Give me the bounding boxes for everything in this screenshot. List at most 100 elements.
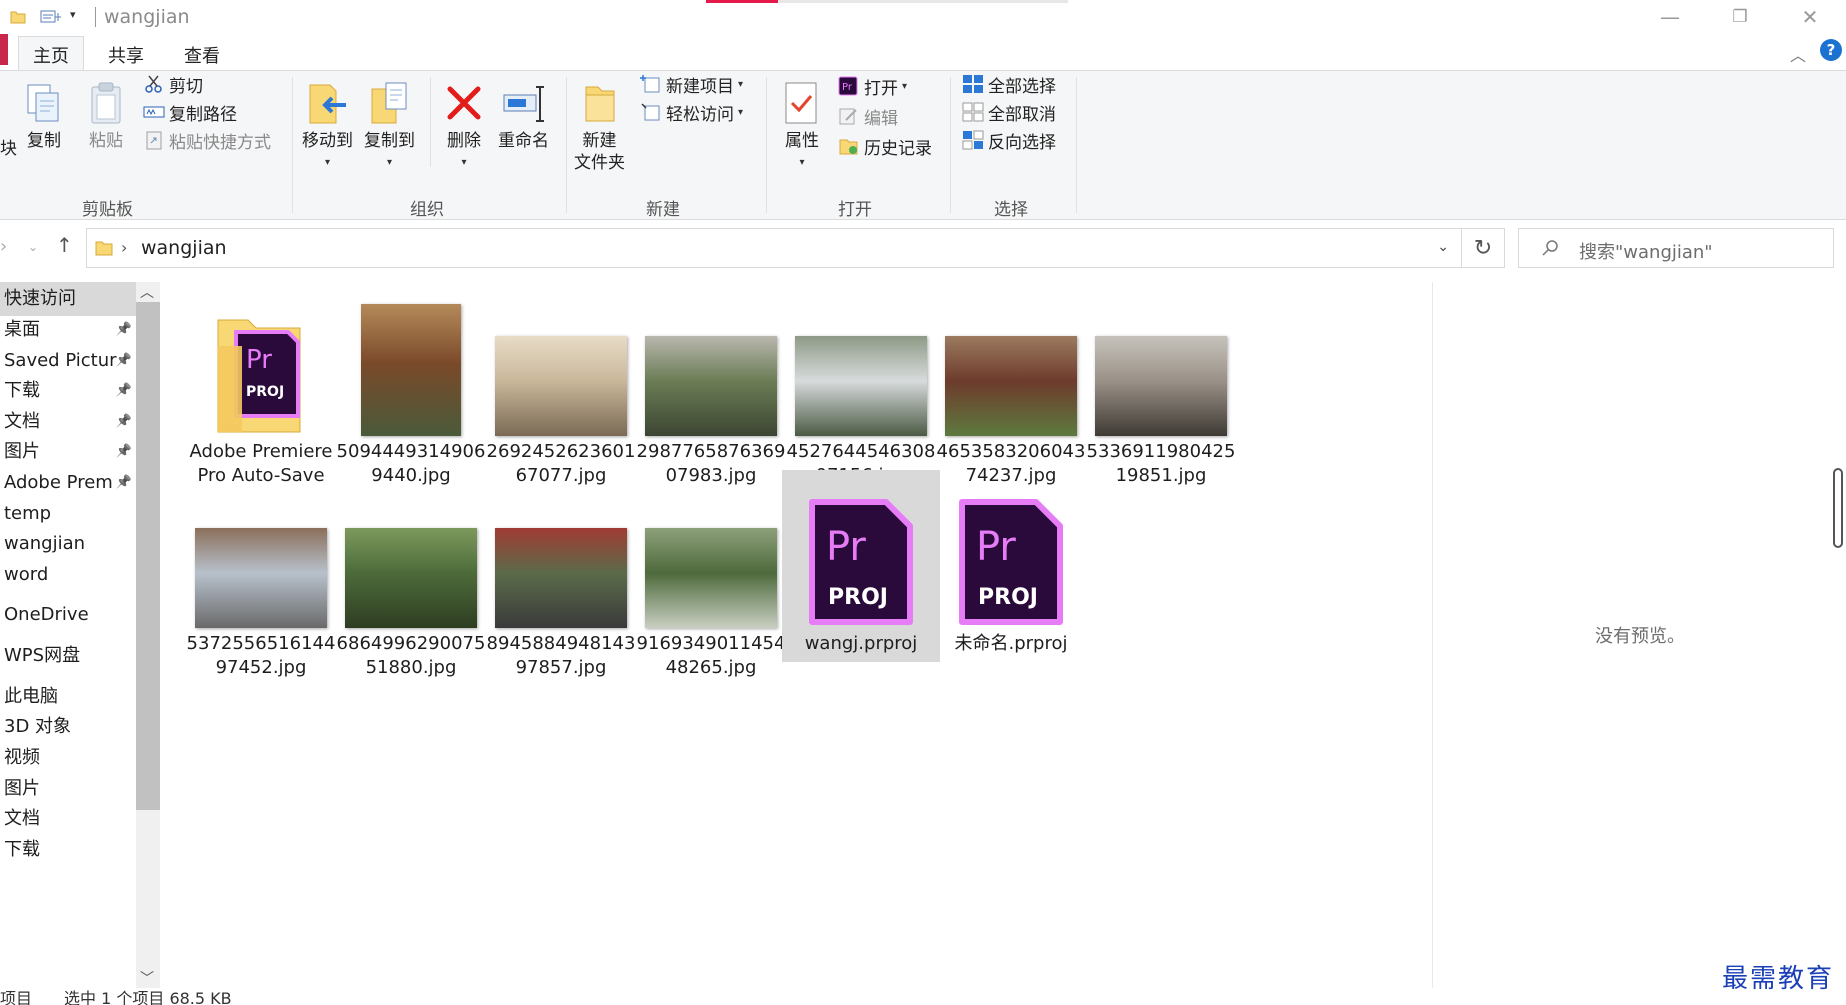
easy-access-button[interactable]: 轻松访问 ▾ bbox=[640, 99, 743, 125]
file-tile[interactable]: Pr PROJ wangj.prproj bbox=[782, 470, 940, 662]
open-button[interactable]: Pr 打开 ▾ bbox=[838, 73, 907, 99]
navigation-scrollbar[interactable]: ︿ ﹀ bbox=[136, 282, 160, 988]
forward-arrow-icon[interactable]: › bbox=[0, 236, 7, 257]
scroll-up-icon[interactable]: ︿ bbox=[140, 282, 154, 302]
sidebar-item[interactable]: 此电脑 bbox=[0, 680, 136, 714]
file-tile[interactable]: 916934901145448265.jpg bbox=[632, 470, 790, 686]
pin-icon[interactable]: 📌 bbox=[116, 435, 132, 469]
restore-button[interactable]: ❐ bbox=[1710, 0, 1770, 34]
copy-path-button[interactable]: 复制路径 bbox=[143, 99, 237, 125]
preview-scroll-handle[interactable] bbox=[1833, 468, 1843, 548]
sidebar-item-label: 3D 对象 bbox=[4, 716, 72, 737]
pin-icon[interactable]: 📌 bbox=[116, 313, 132, 347]
sidebar-item[interactable]: 下载 bbox=[0, 833, 136, 867]
file-tile[interactable]: 533691198042519851.jpg bbox=[1082, 278, 1240, 494]
breadcrumb-chevron-icon[interactable]: › bbox=[121, 238, 127, 257]
pin-icon[interactable]: 📌 bbox=[116, 405, 132, 439]
folder-icon[interactable] bbox=[10, 9, 26, 25]
cut-button[interactable]: 剪切 bbox=[143, 71, 203, 97]
file-tile[interactable]: 298776587636907983.jpg bbox=[632, 278, 790, 494]
select-none-button[interactable]: 全部取消 bbox=[962, 99, 1056, 125]
tab-view[interactable]: 查看 bbox=[170, 42, 234, 70]
select-all-button[interactable]: 全部选择 bbox=[962, 71, 1056, 97]
search-placeholder: 搜索"wangjian" bbox=[1579, 242, 1713, 263]
paste-icon bbox=[91, 82, 121, 124]
premiere-folder-icon: Pr PROJ bbox=[217, 319, 301, 433]
navigation-pane: 快速访问 桌面 📌 Saved Pictur 📌 下载 📌 文档 📌 图片 📌 Adobe Prem 📌… bbox=[0, 282, 160, 988]
sidebar-item[interactable]: temp bbox=[0, 497, 136, 531]
file-tile[interactable]: Pr PROJ 未命名.prproj bbox=[932, 470, 1090, 662]
tab-share[interactable]: 共享 bbox=[94, 42, 158, 70]
search-input[interactable]: 搜索"wangjian" bbox=[1518, 228, 1834, 268]
file-tile[interactable]: 269245262360167077.jpg bbox=[482, 278, 640, 494]
photo-thumbnail bbox=[495, 528, 627, 628]
sidebar-item[interactable]: 图片 📌 bbox=[0, 435, 136, 469]
new-folder-button[interactable]: 新建 文件夹 bbox=[574, 81, 625, 174]
tab-home[interactable]: 主页 bbox=[18, 36, 84, 70]
invert-selection-button[interactable]: 反向选择 bbox=[962, 127, 1056, 153]
up-arrow-icon[interactable]: ↑ bbox=[56, 233, 73, 257]
scrollbar-thumb[interactable] bbox=[136, 302, 160, 810]
move-to-button[interactable]: 移动到 ▾ bbox=[302, 81, 353, 174]
file-thumbnail bbox=[782, 282, 940, 436]
pr-logo-text: Pr bbox=[246, 345, 272, 375]
file-tile[interactable]: 686499629007551880.jpg bbox=[332, 470, 490, 686]
edit-icon bbox=[839, 108, 857, 125]
help-icon[interactable]: ? bbox=[1820, 39, 1842, 61]
watermark-logo: 最需教育 bbox=[1722, 964, 1835, 994]
history-button[interactable]: 历史记录 bbox=[838, 133, 932, 159]
delete-button[interactable]: 删除 ▾ bbox=[442, 81, 486, 174]
sidebar-item[interactable]: WPS网盘 bbox=[0, 639, 136, 673]
collapse-ribbon-icon[interactable]: ︿ bbox=[1790, 42, 1806, 66]
breadcrumb-current[interactable]: wangjian bbox=[141, 237, 227, 259]
file-thumbnail: Pr PROJ bbox=[782, 474, 940, 628]
history-label: 历史记录 bbox=[864, 138, 932, 159]
sidebar-item-label: 下载 bbox=[4, 380, 40, 401]
properties-icon[interactable] bbox=[40, 9, 62, 25]
customize-toolbar-icon[interactable]: ▾ bbox=[70, 8, 76, 21]
address-dropdown-icon[interactable]: ⌄ bbox=[1437, 239, 1449, 255]
paste-shortcut-label: 粘贴快捷方式 bbox=[169, 132, 271, 153]
close-button[interactable]: ✕ bbox=[1780, 0, 1840, 34]
sidebar-item[interactable]: wangjian bbox=[0, 527, 136, 561]
group-separator bbox=[950, 77, 951, 213]
rename-label: 重命名 bbox=[498, 131, 549, 151]
file-tile[interactable]: 452764454630807156.jpg bbox=[782, 278, 940, 494]
file-tile[interactable]: 50944493149069440.jpg bbox=[332, 278, 490, 494]
sidebar-item[interactable]: 快速访问 bbox=[0, 282, 136, 316]
pin-icon[interactable]: 📌 bbox=[116, 374, 132, 408]
file-tile[interactable]: 465358320604374237.jpg bbox=[932, 278, 1090, 494]
sidebar-item[interactable]: 文档 📌 bbox=[0, 405, 136, 439]
minimize-button[interactable]: — bbox=[1640, 0, 1700, 34]
sidebar-item-label: 桌面 bbox=[4, 319, 40, 340]
sidebar-item-label: temp bbox=[4, 503, 52, 524]
search-icon bbox=[1542, 240, 1558, 256]
file-tile[interactable]: 894588494814397857.jpg bbox=[482, 470, 640, 686]
pin-quick-access-fragment[interactable]: 块 bbox=[0, 133, 17, 159]
copy-icon bbox=[27, 84, 59, 122]
sidebar-item[interactable]: 文档 bbox=[0, 802, 136, 836]
recent-locations-icon[interactable]: ⌄ bbox=[28, 240, 38, 254]
sidebar-item[interactable]: Saved Pictur 📌 bbox=[0, 344, 136, 378]
pin-icon[interactable]: 📌 bbox=[116, 466, 132, 500]
sidebar-item[interactable]: 桌面 📌 bbox=[0, 313, 136, 347]
new-item-button[interactable]: 新建项目 ▾ bbox=[640, 71, 743, 97]
sidebar-item[interactable]: 3D 对象 bbox=[0, 710, 136, 744]
sidebar-item[interactable]: OneDrive bbox=[0, 598, 136, 632]
file-tab-marker[interactable] bbox=[0, 34, 8, 65]
sidebar-item[interactable]: word bbox=[0, 558, 136, 592]
sidebar-item[interactable]: 图片 bbox=[0, 772, 136, 806]
sidebar-item[interactable]: Adobe Prem 📌 bbox=[0, 466, 136, 500]
refresh-button[interactable]: ↻ bbox=[1461, 228, 1505, 268]
properties-button[interactable]: 属性 ▾ bbox=[780, 81, 824, 174]
address-bar[interactable]: › wangjian ⌄ bbox=[86, 228, 1462, 268]
sidebar-item[interactable]: 视频 bbox=[0, 741, 136, 775]
scissors-icon bbox=[145, 75, 162, 93]
copy-button[interactable]: 复制 bbox=[22, 81, 66, 152]
copy-to-button[interactable]: 复制到 ▾ bbox=[364, 81, 415, 174]
file-tile[interactable]: Pr PROJ Adobe Premiere Pro Auto-Save bbox=[182, 278, 340, 494]
file-tile[interactable]: 537255651614497452.jpg bbox=[182, 470, 340, 686]
rename-button[interactable]: 重命名 bbox=[498, 81, 549, 152]
pin-icon[interactable]: 📌 bbox=[116, 344, 132, 378]
sidebar-item[interactable]: 下载 📌 bbox=[0, 374, 136, 408]
